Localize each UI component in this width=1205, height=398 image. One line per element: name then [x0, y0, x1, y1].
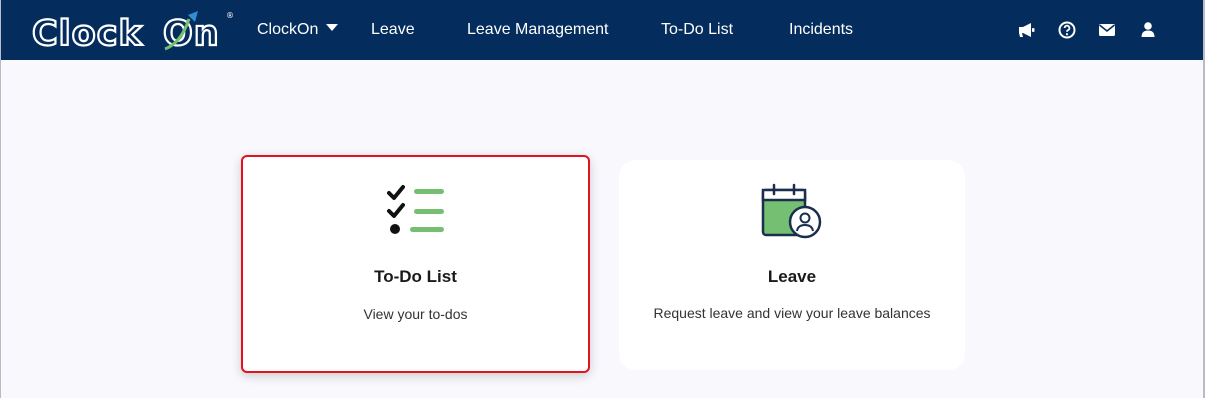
nav-leave-label: Leave — [371, 21, 415, 38]
chevron-down-icon — [326, 23, 339, 31]
todo-card-description: View your to-dos — [363, 306, 468, 322]
nav-incidents-label: Incidents — [789, 21, 854, 38]
leave-card-description: Request leave and view your leave balanc… — [653, 305, 931, 321]
logo-wordmark-clock: Clock — [32, 14, 143, 51]
nav-todo-list[interactable]: To-Do List — [661, 0, 733, 60]
megaphone-icon[interactable] — [1017, 20, 1037, 40]
window-border-left — [0, 0, 1, 398]
leave-card-title: Leave — [767, 267, 817, 286]
logo-registered-mark: ® — [226, 11, 234, 20]
help-icon[interactable] — [1057, 20, 1077, 40]
calendar-person-icon — [761, 183, 822, 239]
leave-card[interactable]: Leave Request leave and view your leave … — [619, 160, 965, 370]
clockon-logo[interactable]: Clock On ® — [32, 9, 238, 51]
mail-icon[interactable] — [1097, 20, 1117, 40]
nav-leave-management-label: Leave Management — [467, 21, 609, 38]
todo-checklist-icon — [387, 185, 444, 234]
todo-list-card[interactable]: To-Do List View your to-dos — [241, 155, 590, 373]
todo-card-title: To-Do List — [374, 267, 457, 286]
top-navbar: Clock On ® ClockOn Leave Leave Managemen… — [0, 0, 1205, 60]
nav-todo-list-label: To-Do List — [661, 21, 734, 38]
user-icon[interactable] — [1138, 20, 1158, 40]
nav-incidents[interactable]: Incidents — [789, 0, 853, 60]
nav-clockon-menu[interactable]: ClockOn — [257, 0, 339, 60]
nav-clockon-label: ClockOn — [257, 21, 319, 38]
nav-leave-management[interactable]: Leave Management — [467, 0, 608, 60]
nav-leave[interactable]: Leave — [371, 0, 415, 60]
